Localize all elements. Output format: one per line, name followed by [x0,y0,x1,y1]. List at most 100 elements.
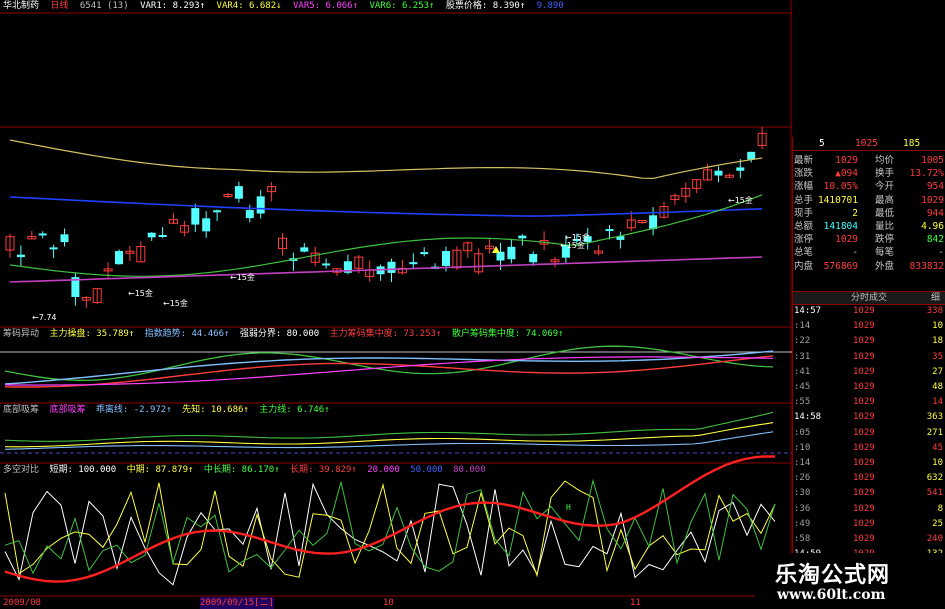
chart-canvas[interactable]: ←15金←15金←15金←15金←15金←15金←7.74H [0,0,792,609]
ma-line-yellow [9,139,763,180]
trade-time: :14 [794,321,811,332]
watermark-url: www.60lt.com [777,587,886,603]
trade-row: :55 1029 14 [793,396,945,408]
trades-detail-tab[interactable]: 细 [931,292,940,304]
candle-body [496,251,505,261]
trade-price: 1029 [853,382,875,392]
ind1-item-4: 主力筹码集中度: 73.253↑ [329,329,442,339]
quote-label: 现手 [794,207,814,219]
quote-value-2: 4.96 [921,221,944,232]
quote-header-3: 185 [903,138,921,149]
candle-body [507,246,516,260]
trade-row: :14 1029 10 [793,320,945,332]
candle-body [736,167,745,171]
ind1-line-red [4,355,774,388]
trade-price: 1029 [853,366,875,377]
quote-header-2: 1025 [855,138,878,149]
var5-value: VAR5: 6.066↑ [292,1,359,11]
trade-time: :22 [794,336,811,347]
trade-price: 1029 [853,518,875,529]
trade-row: :05 1029 271 [793,427,945,439]
trade-time: :31 [794,351,811,362]
trade-time: :30 [794,488,811,499]
trade-volume: 48 [932,382,943,392]
trade-time: 14:57 [794,306,822,316]
candle-body [158,235,167,238]
quote-value-2: - [938,247,944,259]
trade-volume: 363 [926,412,943,423]
candle-body [256,196,265,214]
trade-volume: 25 [932,518,943,529]
date-axis: 2009/08 2009/09/15[二] 10 11 [0,597,792,609]
trade-row: :14 1029 10 [793,457,945,469]
quote-label: 总手 [794,194,814,206]
chart-area[interactable]: ←15金 ←15金 ←15金 ←15金 ←15金 ←15金 ←7.74 H 华北制药 日线 6… [0,0,792,609]
quote-label: 涨幅 [794,181,814,193]
quote-value: - [852,247,858,259]
ind3-line-white [4,482,776,586]
ind3-item-5: 20.000 [367,465,400,475]
quote-value-2: 954 [926,181,944,193]
trade-price: 1029 [853,473,875,484]
candle-body [16,254,25,258]
trade-time: :10 [794,442,811,453]
candle-body [147,232,156,238]
quote-label: 最新 [794,155,814,166]
var6-value: VAR6: 6.253↑ [369,1,435,11]
candle-body [409,262,418,265]
trade-volume: 338 [926,306,943,316]
ma-line-blue [9,196,763,217]
quote-label-2: 最高 [875,194,895,206]
ind1-line-green [4,345,774,381]
trade-row: 14:57 1029 338 [793,305,945,317]
quote-row: 最新 1029 均价 1005 [793,154,945,167]
trade-row: :31 1029 35 [793,351,945,363]
candle-body [49,247,58,250]
candle-body [245,210,254,219]
candle-body [605,229,614,232]
trade-price: 1029 [853,412,875,423]
quote-row: 总笔 - 每笔 - [793,246,945,259]
trades-header-label: 分时成交 [851,293,888,303]
quote-label-2: 今开 [875,181,895,193]
trade-row: :36 1029 8 [793,503,945,515]
quote-value: 576869 [823,260,858,272]
ind2-item-3: 先知: 10.686↑ [182,405,249,415]
quote-header: 5 1025 185 [793,137,945,151]
ind2-item-2: 乖离线: -2.972↑ [95,405,172,415]
quote-label-2: 跌停 [875,234,895,246]
ind2-line-blue [4,431,774,450]
ind3-item-3: 中长期: 86.170↑ [203,465,280,475]
quote-value-2: 944 [926,207,944,219]
trade-row: :49 1029 25 [793,518,945,530]
trade-price: 1029 [853,397,875,408]
quote-row: 总手 1410701 最高 1029 [793,194,945,207]
candle-body [322,263,331,266]
quote-value: ▲094 [835,168,858,180]
trade-volume: 14 [932,397,943,408]
candle-body [714,170,723,176]
trade-volume: 240 [926,534,943,544]
candle-body [191,208,200,225]
candle-body [300,247,309,252]
candle-body [747,151,756,160]
trade-time: :26 [794,473,811,484]
quote-label-2: 换手 [875,168,895,180]
trade-volume: 27 [932,366,943,377]
candle-body [234,186,243,199]
date-label-2: 2009/09/15[二] [200,597,275,609]
quote-label-2: 每笔 [875,247,895,259]
annotation-label: ←15金 [565,232,590,242]
quote-label: 涨跌 [794,168,814,180]
quote-label-2: 量比 [875,221,895,232]
quote-row: 现手 2 最低 944 [793,207,945,220]
top-info-bar: 华北制药 日线 6541 (13) VAR1: 8.293↑ VAR4: 6.6… [3,0,570,13]
trade-price: 1029 [853,442,875,453]
trade-row: :26 1029 632 [793,472,945,484]
quote-label-2: 均价 [875,155,895,166]
trade-volume: 271 [926,427,943,438]
ind3-name: 多空对比 [3,465,40,475]
trade-time: :14 [794,458,811,468]
trades-header: 分时成交 细 [793,291,945,305]
quote-label: 涨停 [794,234,814,246]
